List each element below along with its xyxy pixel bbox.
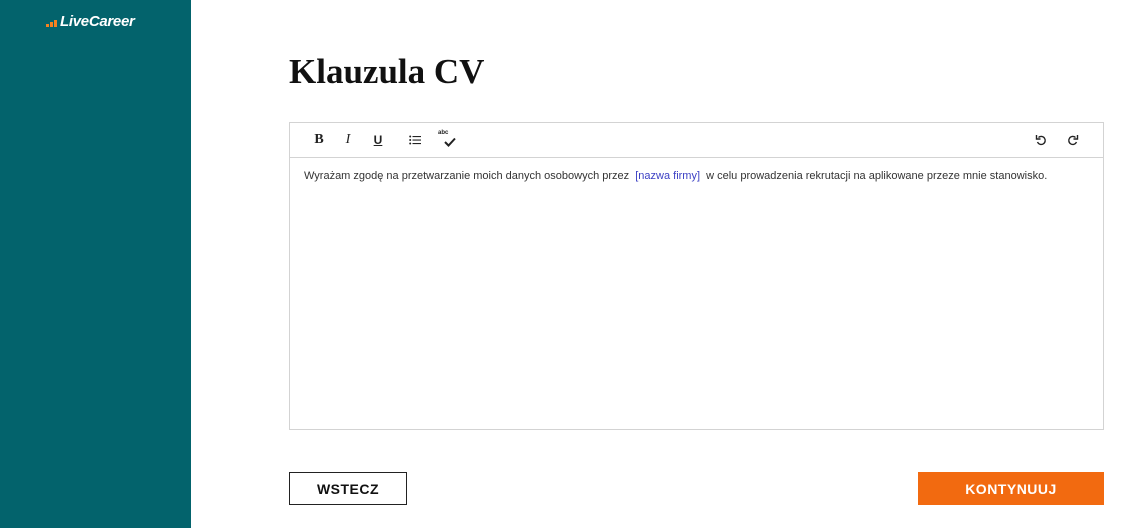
- company-name-placeholder[interactable]: [nazwa firmy]: [632, 170, 703, 182]
- back-button[interactable]: WSTECZ: [289, 472, 407, 505]
- logo-text: LiveCareer: [60, 13, 135, 30]
- rich-text-editor: B I U abc Wyrażam zgodę na przetwarzanie…: [289, 122, 1104, 430]
- bold-button[interactable]: B: [307, 129, 331, 151]
- editor-toolbar: B I U abc: [290, 123, 1103, 158]
- livecareer-logo[interactable]: LiveCareer: [46, 13, 135, 30]
- logo-bars-icon: [46, 17, 57, 27]
- continue-button[interactable]: KONTYNUUJ: [918, 472, 1104, 505]
- redo-button[interactable]: [1061, 129, 1085, 151]
- clause-text-after: w celu prowadzenia rekrutacji na aplikow…: [706, 170, 1048, 182]
- spellcheck-label: abc: [438, 130, 449, 136]
- underline-button[interactable]: U: [366, 129, 390, 151]
- undo-button[interactable]: [1029, 129, 1053, 151]
- spellcheck-icon: abc: [436, 130, 458, 150]
- italic-button[interactable]: I: [336, 129, 360, 151]
- page-title: Klauzula CV: [289, 52, 485, 91]
- spellcheck-button[interactable]: abc: [435, 129, 459, 151]
- bulleted-list-button[interactable]: [403, 129, 427, 151]
- main-content: Klauzula CV B I U abc Wyrażam zgodę na p…: [289, 0, 1104, 528]
- bulleted-list-icon: [409, 135, 421, 145]
- sidebar: LiveCareer: [0, 0, 191, 528]
- editor-content[interactable]: Wyrażam zgodę na przetwarzanie moich dan…: [290, 158, 1103, 195]
- redo-icon: [1068, 135, 1079, 146]
- clause-text-before: Wyrażam zgodę na przetwarzanie moich dan…: [304, 170, 630, 182]
- undo-icon: [1035, 135, 1046, 146]
